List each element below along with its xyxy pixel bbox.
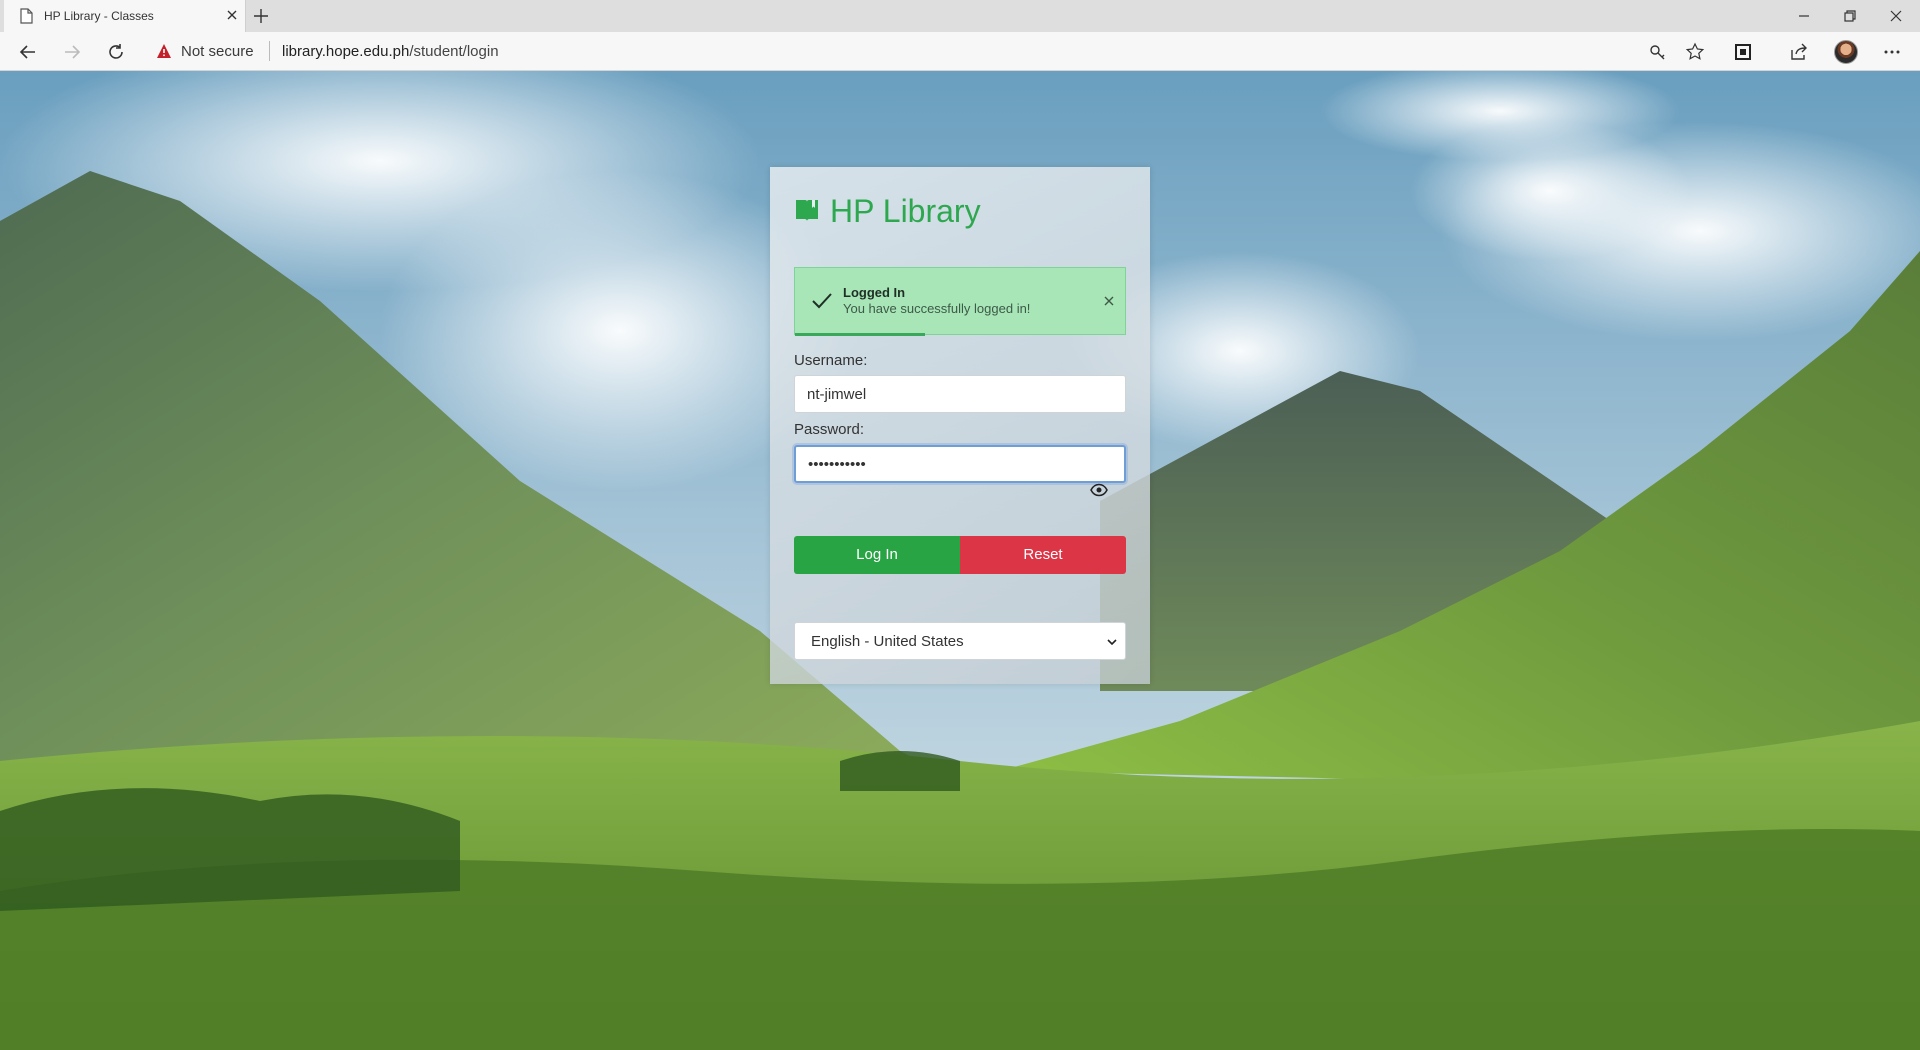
book-icon bbox=[796, 200, 818, 221]
url-path: /student/login bbox=[409, 43, 499, 60]
browser-tab[interactable]: HP Library - Classes bbox=[4, 0, 246, 32]
refresh-icon[interactable] bbox=[105, 41, 127, 63]
close-tab-icon[interactable] bbox=[224, 7, 240, 23]
login-card: HP Library Logged In You have successful… bbox=[770, 167, 1150, 684]
address-input[interactable]: library.hope.edu.ph/student/login bbox=[282, 43, 499, 60]
back-arrow-icon[interactable] bbox=[17, 41, 39, 63]
notification-title: Logged In bbox=[843, 285, 906, 300]
notification-message: You have successfully logged in! bbox=[843, 301, 1031, 316]
security-status[interactable]: Not secure bbox=[181, 43, 254, 60]
minimize-icon[interactable] bbox=[1794, 6, 1814, 26]
login-page: HP Library Logged In You have successful… bbox=[0, 71, 1920, 1050]
url-host: library.hope.edu.ph bbox=[282, 43, 410, 60]
page-icon bbox=[20, 8, 33, 24]
success-notification: Logged In You have successfully logged i… bbox=[794, 267, 1126, 336]
language-select[interactable]: English - United States bbox=[794, 622, 1126, 660]
reset-button[interactable]: Reset bbox=[960, 536, 1126, 574]
profile-avatar[interactable] bbox=[1834, 40, 1858, 64]
browser-tab-strip: HP Library - Classes bbox=[0, 0, 1920, 32]
tab-title: HP Library - Classes bbox=[44, 9, 154, 23]
new-tab-icon[interactable] bbox=[252, 7, 270, 25]
warning-icon[interactable] bbox=[156, 43, 172, 59]
forward-arrow-icon[interactable] bbox=[61, 41, 83, 63]
brand-title: HP Library bbox=[830, 193, 981, 229]
key-icon[interactable] bbox=[1648, 42, 1668, 62]
restore-icon[interactable] bbox=[1840, 6, 1860, 26]
notification-progress-bar bbox=[795, 333, 925, 336]
close-notification-icon[interactable] bbox=[1103, 295, 1115, 307]
share-icon[interactable] bbox=[1789, 42, 1809, 62]
more-menu-icon[interactable] bbox=[1882, 42, 1902, 62]
favorite-star-icon[interactable] bbox=[1685, 42, 1705, 62]
username-label: Username: bbox=[794, 352, 868, 369]
close-window-icon[interactable] bbox=[1886, 6, 1906, 26]
login-button[interactable]: Log In bbox=[794, 536, 960, 574]
browser-toolbar: Not secure library.hope.edu.ph/student/l… bbox=[0, 32, 1920, 71]
checkmark-icon bbox=[812, 293, 832, 309]
url-divider bbox=[269, 41, 270, 61]
collections-icon[interactable] bbox=[1733, 42, 1753, 62]
language-selected-value: English - United States bbox=[811, 633, 964, 650]
password-input[interactable] bbox=[794, 445, 1126, 483]
username-input[interactable] bbox=[794, 375, 1126, 413]
chevron-down-icon bbox=[1107, 639, 1117, 646]
show-password-icon[interactable] bbox=[1090, 483, 1108, 497]
password-label: Password: bbox=[794, 421, 865, 438]
